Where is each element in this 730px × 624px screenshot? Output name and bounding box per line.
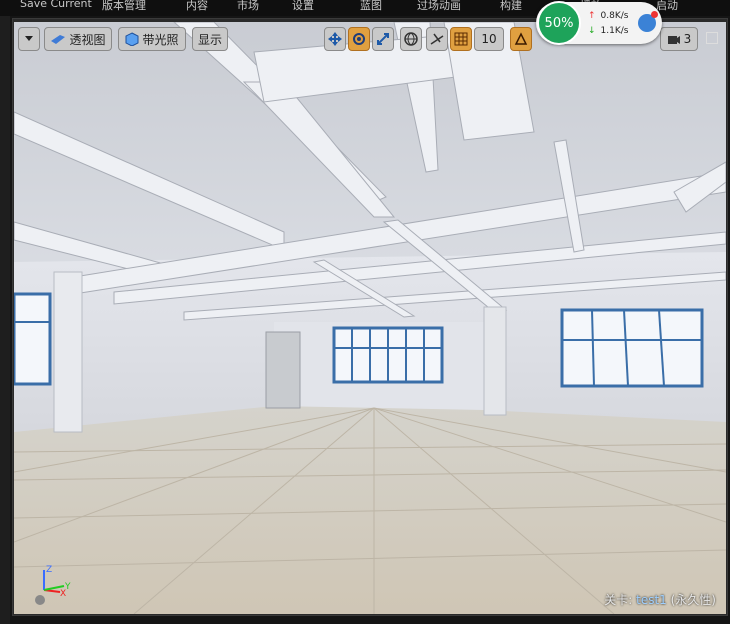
scene-render <box>14 22 726 614</box>
rotate-tool-button[interactable] <box>348 27 370 51</box>
lit-mode-label: 带光照 <box>142 32 179 47</box>
grid-snap-toggle[interactable] <box>450 27 472 51</box>
upload-arrow-icon: ↑ <box>588 11 596 21</box>
menu-item-build[interactable]: 构建 <box>500 0 522 13</box>
menu-item-blueprints[interactable]: 蓝图 <box>360 0 382 13</box>
help-icon <box>35 595 45 605</box>
level-viewport[interactable]: 透视图 带光照 显示 10 3 关卡: test1 (永久性) Z X Y <box>14 22 726 614</box>
window-right <box>560 308 704 388</box>
surface-snap-icon <box>430 33 444 45</box>
upload-speed: 0.8K/s <box>600 11 629 21</box>
scale-tool-button[interactable] <box>372 27 394 51</box>
angle-icon <box>514 32 528 45</box>
show-button[interactable]: 显示 <box>192 27 228 51</box>
download-speed-row: ↓ 1.1K/s <box>588 26 628 36</box>
axis-gizmo: Z X Y <box>35 565 71 605</box>
level-suffix: (永久性) <box>670 593 716 607</box>
level-info: 关卡: test1 (永久性) <box>604 591 716 608</box>
surface-snap-button[interactable] <box>426 27 448 51</box>
camera-icon <box>667 36 680 44</box>
lit-mode-button[interactable]: 带光照 <box>118 27 186 51</box>
perspective-label: 透视图 <box>69 32 106 47</box>
translate-tool-button[interactable] <box>324 27 346 51</box>
chevron-down-icon <box>25 36 33 41</box>
show-label: 显示 <box>197 32 222 47</box>
perspective-button[interactable]: 透视图 <box>44 27 112 51</box>
window-left <box>14 292 52 386</box>
globe-icon <box>404 32 418 46</box>
menu-item-save-current[interactable]: Save Current <box>20 0 92 10</box>
rotation-snap-toggle[interactable] <box>510 27 532 51</box>
move-icon <box>328 32 342 46</box>
rotate-icon <box>353 33 365 45</box>
left-panel-edge <box>0 16 10 624</box>
menu-item-version-control[interactable]: 版本管理 <box>102 0 146 13</box>
axis-z-label: Z <box>46 565 52 575</box>
axis-y-label: Y <box>64 582 71 592</box>
cube-icon <box>125 32 139 46</box>
window-center <box>332 326 444 384</box>
menu-item-cinematics[interactable]: 过场动画 <box>417 0 461 13</box>
upload-speed-row: ↑ 0.8K/s <box>588 11 628 21</box>
download-arrow-icon: ↓ <box>588 26 596 36</box>
scale-icon <box>377 33 389 45</box>
menu-item-content[interactable]: 内容 <box>186 0 208 13</box>
menu-item-settings[interactable]: 设置 <box>292 0 314 13</box>
camera-speed-button[interactable]: 3 <box>660 27 698 51</box>
level-prefix: 关卡: <box>604 593 633 607</box>
world-local-toggle[interactable] <box>400 27 422 51</box>
menu-item-marketplace[interactable]: 市场 <box>237 0 259 13</box>
network-monitor-widget[interactable]: 50% ↑ 0.8K/s ↓ 1.1K/s <box>536 1 662 45</box>
perspective-icon <box>51 35 66 44</box>
grid-snap-value[interactable]: 10 <box>474 27 504 51</box>
menu-item-launch[interactable]: 启动 <box>656 0 678 13</box>
viewport-options-button[interactable] <box>18 27 40 51</box>
camera-speed-label: 3 <box>683 32 692 46</box>
accelerate-icon[interactable] <box>638 11 658 32</box>
download-speed: 1.1K/s <box>600 26 629 36</box>
memory-usage-circle: 50% <box>537 1 581 45</box>
maximize-viewport-button[interactable] <box>706 32 718 44</box>
level-name: test1 <box>636 593 667 607</box>
doorway <box>265 331 301 409</box>
grid-icon <box>454 32 468 46</box>
grid-snap-value-label: 10 <box>481 32 497 46</box>
